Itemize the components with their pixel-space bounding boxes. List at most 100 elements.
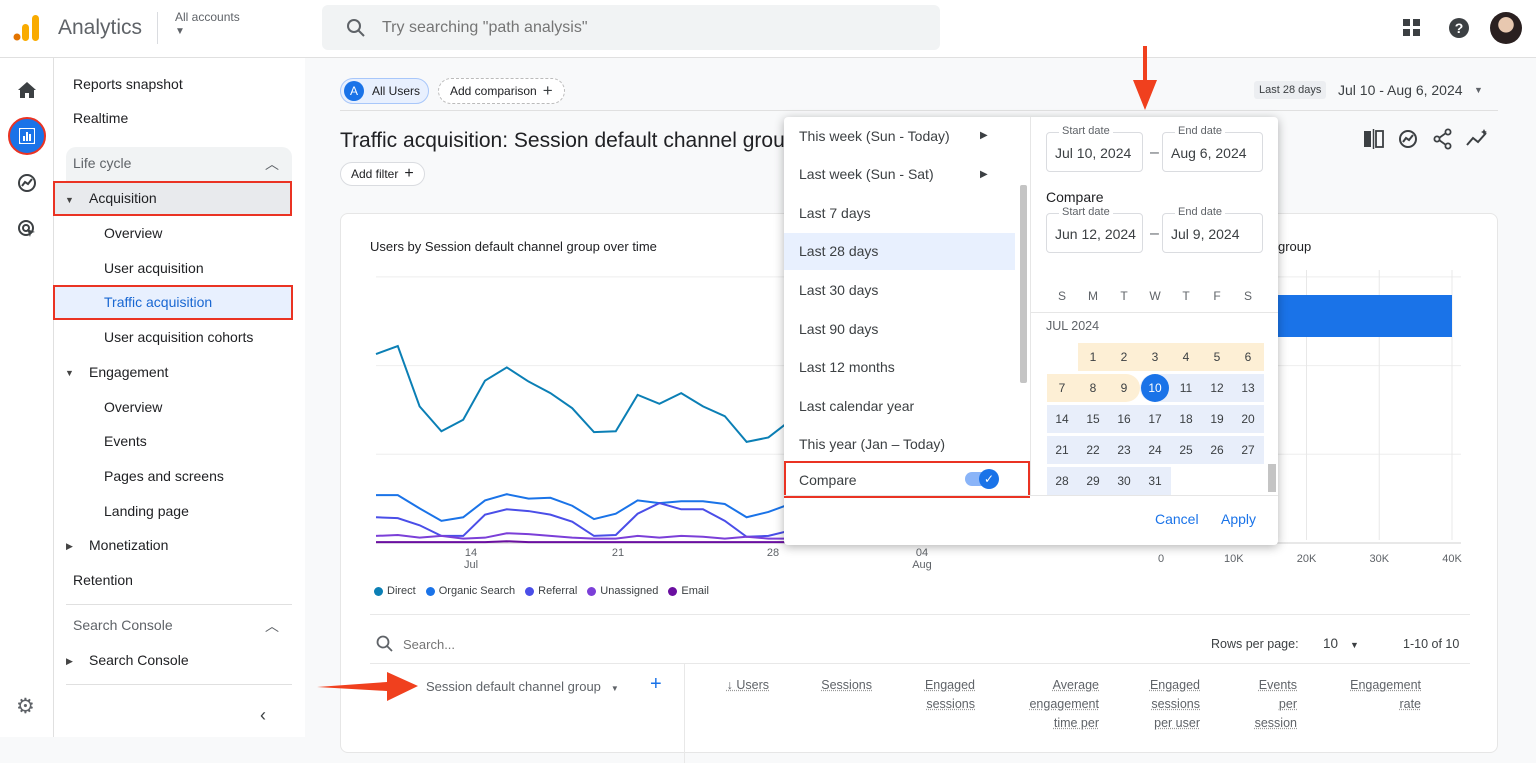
- sidebar-item-retention[interactable]: Retention: [73, 572, 133, 588]
- calendar-day[interactable]: 30: [1109, 467, 1140, 495]
- legend-item[interactable]: Referral: [525, 585, 577, 597]
- column-header[interactable]: ↓ Users: [727, 676, 769, 695]
- sidebar-item-acquisition[interactable]: Acquisition: [89, 190, 157, 206]
- calendar-day[interactable]: 12: [1202, 374, 1233, 402]
- start-date-field[interactable]: Start date Jul 10, 2024: [1046, 132, 1143, 172]
- column-header[interactable]: Sessions: [821, 676, 872, 695]
- apps-grid-icon[interactable]: [1403, 19, 1421, 37]
- sidebar-item-engagement-overview[interactable]: Overview: [104, 399, 162, 415]
- insights-icon[interactable]: [1398, 129, 1420, 149]
- calendar-day[interactable]: 11: [1171, 374, 1202, 402]
- date-range-label[interactable]: Jul 10 - Aug 6, 2024: [1338, 82, 1463, 98]
- calendar-day[interactable]: 9: [1109, 374, 1140, 402]
- calendar-day[interactable]: 29: [1078, 467, 1109, 495]
- add-dimension-button[interactable]: +: [650, 673, 662, 696]
- calendar-scrollbar[interactable]: [1268, 464, 1276, 492]
- sidebar-item-user-acquisition[interactable]: User acquisition: [104, 260, 204, 276]
- explore-icon[interactable]: [17, 173, 37, 193]
- calendar-day[interactable]: 7: [1047, 374, 1078, 402]
- calendar-day[interactable]: 15: [1078, 405, 1109, 433]
- column-header[interactable]: Average engagement time per: [1029, 676, 1099, 733]
- home-icon[interactable]: [17, 81, 37, 99]
- calendar-day[interactable]: 20: [1233, 405, 1264, 433]
- sidebar-item-acquisition-overview[interactable]: Overview: [104, 225, 162, 241]
- chevron-up-icon[interactable]: ︿: [265, 154, 279, 174]
- help-icon[interactable]: ?: [1449, 18, 1469, 38]
- calendar-day[interactable]: 8: [1078, 374, 1109, 402]
- calendar-day[interactable]: 28: [1047, 467, 1078, 495]
- sidebar-item-engagement[interactable]: Engagement: [89, 364, 168, 380]
- calendar-day[interactable]: 19: [1202, 405, 1233, 433]
- calendar-day[interactable]: 6: [1233, 343, 1264, 371]
- segment-chip-all-users[interactable]: A All Users: [340, 78, 429, 104]
- calendar-day[interactable]: 26: [1202, 436, 1233, 464]
- sidebar-item-reports-snapshot[interactable]: Reports snapshot: [73, 76, 183, 92]
- apply-button[interactable]: Apply: [1221, 511, 1256, 527]
- calendar-day[interactable]: 17: [1140, 405, 1171, 433]
- lifecycle-header[interactable]: Life cycle: [73, 155, 131, 171]
- compare-start-date-field[interactable]: Start date Jun 12, 2024: [1046, 213, 1143, 253]
- calendar-day[interactable]: 4: [1171, 343, 1202, 371]
- calendar-day[interactable]: 23: [1109, 436, 1140, 464]
- column-header[interactable]: Engaged sessions per user: [1150, 676, 1200, 733]
- sidebar-item-landing-page[interactable]: Landing page: [104, 503, 189, 519]
- calendar-day[interactable]: 2: [1109, 343, 1140, 371]
- legend-item[interactable]: Unassigned: [587, 585, 658, 597]
- compare-end-date-field[interactable]: End date Jul 9, 2024: [1162, 213, 1263, 253]
- chevron-up-icon[interactable]: ︿: [265, 616, 279, 636]
- calendar-day[interactable]: 13: [1233, 374, 1264, 402]
- end-date-field[interactable]: End date Aug 6, 2024: [1162, 132, 1263, 172]
- sidebar-item-search-console[interactable]: Search Console: [89, 652, 189, 668]
- sparkle-trend-icon[interactable]: [1466, 129, 1490, 149]
- search-input[interactable]: [382, 15, 922, 41]
- calendar-day[interactable]: 27: [1233, 436, 1264, 464]
- add-comparison-button[interactable]: Add comparison +: [438, 78, 565, 104]
- date-preset-item[interactable]: Last calendar year: [784, 387, 1015, 424]
- sidebar-item-events[interactable]: Events: [104, 433, 147, 449]
- rows-per-page-select[interactable]: 10 ▼: [1323, 636, 1359, 651]
- calendar-day[interactable]: 3: [1140, 343, 1171, 371]
- avatar[interactable]: [1490, 12, 1522, 44]
- collapse-chevron-icon[interactable]: ‹: [260, 705, 266, 726]
- date-preset-item[interactable]: Last 12 months: [784, 349, 1015, 386]
- search-console-header[interactable]: Search Console: [73, 617, 173, 633]
- calendar-day[interactable]: 24: [1140, 436, 1171, 464]
- preset-scrollbar[interactable]: [1020, 185, 1027, 383]
- sidebar-item-realtime[interactable]: Realtime: [73, 110, 128, 126]
- calendar-day[interactable]: 1: [1078, 343, 1109, 371]
- sidebar-item-monetization[interactable]: Monetization: [89, 537, 168, 553]
- calendar-day[interactable]: 10: [1140, 374, 1171, 402]
- search-bar[interactable]: [322, 5, 940, 50]
- date-preset-item[interactable]: Last 7 days: [784, 194, 1015, 231]
- date-preset-item[interactable]: Last 90 days: [784, 310, 1015, 347]
- calendar-day[interactable]: 14: [1047, 405, 1078, 433]
- reports-icon[interactable]: [8, 117, 46, 155]
- calendar-day[interactable]: 22: [1078, 436, 1109, 464]
- settings-icon[interactable]: ⚙: [16, 694, 35, 719]
- calendar-day[interactable]: 18: [1171, 405, 1202, 433]
- dimension-selector[interactable]: Session default channel group ▼: [426, 679, 619, 694]
- cancel-button[interactable]: Cancel: [1155, 511, 1199, 527]
- calendar-day[interactable]: 25: [1171, 436, 1202, 464]
- legend-item[interactable]: Direct: [374, 585, 416, 597]
- compare-columns-icon[interactable]: [1363, 129, 1385, 149]
- share-icon[interactable]: [1433, 128, 1453, 150]
- date-preset-item[interactable]: This week (Sun - Today) ▶: [784, 117, 1015, 154]
- calendar-day[interactable]: 16: [1109, 405, 1140, 433]
- date-preset-item[interactable]: Last 28 days: [784, 233, 1015, 270]
- calendar-day[interactable]: 21: [1047, 436, 1078, 464]
- table-search-input[interactable]: [403, 635, 703, 653]
- calendar-day[interactable]: 5: [1202, 343, 1233, 371]
- compare-toggle-row[interactable]: Compare ✓: [784, 461, 1030, 498]
- date-preset-item[interactable]: Last 30 days: [784, 271, 1015, 308]
- advertising-icon[interactable]: [17, 219, 37, 239]
- legend-item[interactable]: Email: [668, 585, 709, 597]
- column-header[interactable]: Events per session: [1255, 676, 1297, 733]
- date-preset-item[interactable]: This year (Jan – Today): [784, 426, 1015, 463]
- sidebar-item-traffic-acquisition[interactable]: Traffic acquisition: [104, 294, 212, 310]
- account-selector[interactable]: All accounts ▼: [175, 10, 240, 37]
- date-range-dropdown-icon[interactable]: ▼: [1474, 85, 1483, 95]
- calendar-day[interactable]: 31: [1140, 467, 1171, 495]
- column-header[interactable]: Engagement rate: [1350, 676, 1421, 714]
- legend-item[interactable]: Organic Search: [426, 585, 515, 597]
